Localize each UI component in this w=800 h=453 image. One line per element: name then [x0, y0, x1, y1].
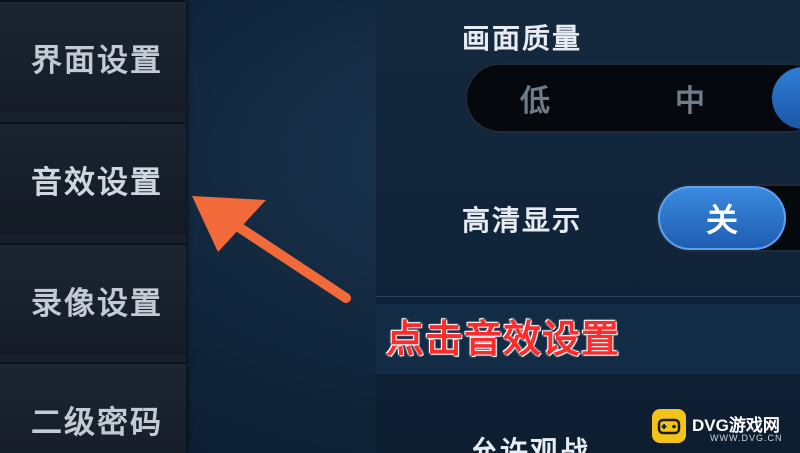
settings-screen: 画面质量 低 中 高清显示 关 允许观战 界面设置 音效设置 录像设置 二级密码… — [0, 0, 800, 453]
annotation-arrow-icon — [192, 196, 351, 303]
annotation-text: 点击音效设置 — [386, 317, 621, 361]
gamepad-icon — [652, 409, 686, 443]
watermark-url: WWW.DVG.CN — [710, 433, 783, 443]
watermark: DVG游戏网 WWW.DVG.CN — [652, 409, 792, 449]
